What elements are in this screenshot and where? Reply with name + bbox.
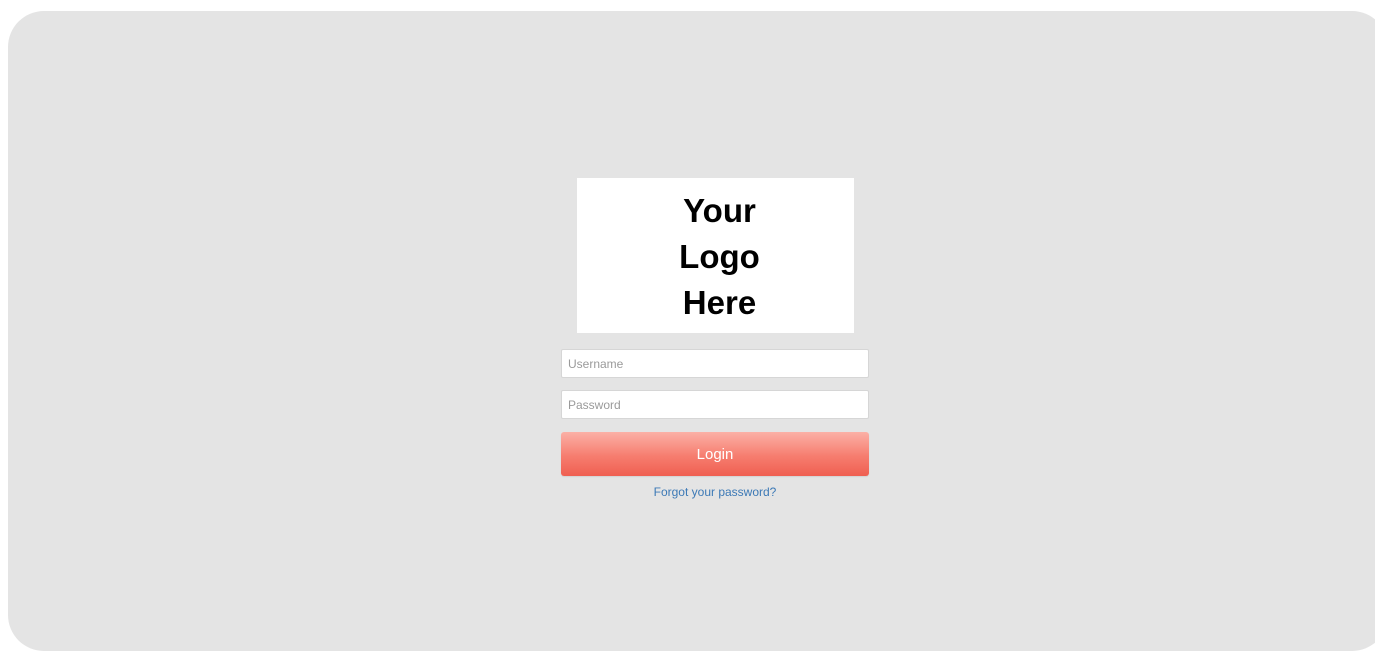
logo-text-line: Here bbox=[682, 283, 757, 321]
logo-text-line: Your bbox=[683, 191, 756, 229]
logo-text-line: Logo bbox=[679, 237, 760, 275]
username-input[interactable] bbox=[561, 349, 869, 378]
logo-placeholder: Your Logo Here bbox=[577, 178, 854, 333]
password-input[interactable] bbox=[561, 390, 869, 419]
login-button[interactable]: Login bbox=[561, 432, 869, 476]
forgot-password-link[interactable]: Forgot your password? bbox=[561, 485, 869, 499]
